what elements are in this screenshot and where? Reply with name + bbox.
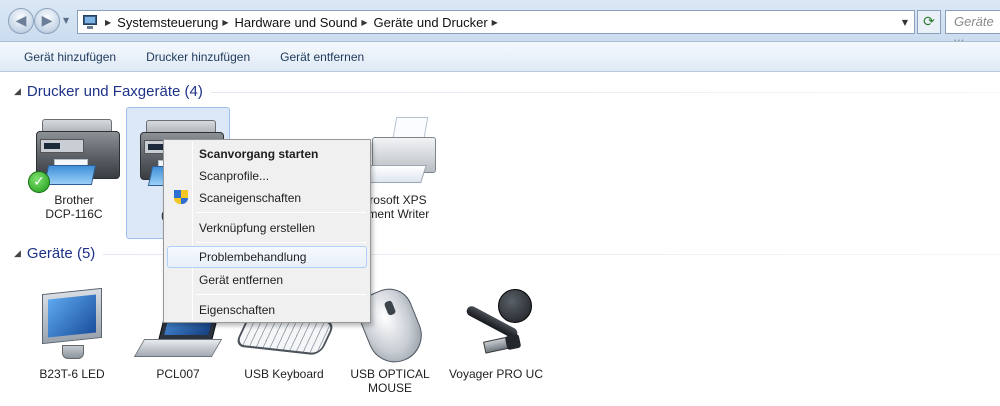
group-divider xyxy=(210,92,1000,93)
breadcrumb-separator-icon[interactable]: ▶ xyxy=(492,18,498,27)
menu-item-start-scan[interactable]: Scanvorgang starten xyxy=(167,143,367,165)
device-headset[interactable]: Voyager PRO UC xyxy=(444,287,548,381)
default-checkmark-icon: ✓ xyxy=(28,171,50,193)
breadcrumb-control-panel[interactable]: Systemsteuerung xyxy=(117,15,218,30)
monitor-icon xyxy=(32,287,112,367)
arrow-right-icon: ▶ xyxy=(41,13,53,29)
menu-item-create-shortcut[interactable]: Verknüpfung erstellen xyxy=(167,217,367,239)
devices-content: ◢ Drucker und Faxgeräte (4) ✓ Brother DC… xyxy=(0,73,1000,406)
menu-separator xyxy=(196,212,366,213)
devices-group-header[interactable]: ◢ Geräte (5) xyxy=(14,245,1000,262)
device-label: USB OPTICAL xyxy=(350,367,430,381)
menu-separator xyxy=(196,294,366,295)
address-dropdown-icon[interactable]: ▼ xyxy=(902,18,908,27)
breadcrumb-hardware-sound[interactable]: Hardware und Sound xyxy=(234,15,357,30)
collapse-triangle-icon[interactable]: ◢ xyxy=(14,87,21,97)
menu-item-scan-profiles[interactable]: Scanprofile... xyxy=(167,165,367,187)
menu-item-properties[interactable]: Eigenschaften xyxy=(167,299,367,321)
recent-pages-dropdown[interactable]: ▼ xyxy=(63,16,69,25)
search-input[interactable]: Geräte ... xyxy=(945,10,1000,44)
device-label: MOUSE xyxy=(367,381,412,395)
menu-item-remove-device[interactable]: Gerät entfernen xyxy=(167,269,367,291)
device-label: PCL007 xyxy=(156,367,200,381)
forward-button[interactable]: ▶ xyxy=(34,8,60,34)
arrow-left-icon: ◀ xyxy=(15,13,27,29)
uac-shield-icon xyxy=(174,190,188,206)
collapse-triangle-icon[interactable]: ◢ xyxy=(14,249,21,259)
context-menu: Scanvorgang starten Scanprofile... Scane… xyxy=(163,139,371,323)
printer-icon xyxy=(364,113,444,193)
address-bar-area: ◀ ▶ ▼ ▶ Systemsteuerung ▶ Hardware und S… xyxy=(0,0,1000,44)
menu-item-scan-properties[interactable]: Scaneigenschaften xyxy=(167,187,367,209)
command-bar: Gerät hinzufügen Drucker hinzufügen Gerä… xyxy=(0,42,1000,72)
refresh-button[interactable]: ⟳ xyxy=(917,10,941,34)
refresh-icon: ⟳ xyxy=(923,14,935,30)
address-bar[interactable]: ▶ Systemsteuerung ▶ Hardware und Sound ▶… xyxy=(77,10,915,34)
printers-group-header[interactable]: ◢ Drucker und Faxgeräte (4) xyxy=(14,83,1000,100)
printers-group-title: Drucker und Faxgeräte (4) xyxy=(26,83,203,100)
back-button[interactable]: ◀ xyxy=(8,8,34,34)
device-monitor[interactable]: B23T-6 LED xyxy=(20,287,124,381)
breadcrumb-devices-printers[interactable]: Geräte und Drucker xyxy=(374,15,488,30)
device-label: Voyager PRO UC xyxy=(448,367,544,381)
remove-device-button[interactable]: Gerät entfernen xyxy=(270,46,374,68)
device-brother-printer[interactable]: ✓ Brother DCP-116C xyxy=(22,113,126,221)
breadcrumb-separator-icon[interactable]: ▶ xyxy=(222,18,228,27)
device-label: USB Keyboard xyxy=(244,367,324,381)
device-label: DCP-116C xyxy=(45,207,103,221)
control-panel-icon xyxy=(81,13,101,31)
device-label: Brother xyxy=(54,193,94,207)
add-printer-button[interactable]: Drucker hinzufügen xyxy=(136,46,260,68)
device-label: B23T-6 LED xyxy=(39,367,105,381)
menu-item-troubleshoot[interactable]: Problembehandlung xyxy=(167,246,367,268)
headset-icon xyxy=(448,287,544,367)
menu-separator xyxy=(196,242,366,243)
breadcrumb-separator-icon[interactable]: ▶ xyxy=(361,18,367,27)
add-device-button[interactable]: Gerät hinzufügen xyxy=(14,46,126,68)
devices-group-title: Geräte (5) xyxy=(26,245,96,262)
breadcrumb-separator-icon[interactable]: ▶ xyxy=(105,18,111,27)
printer-icon: ✓ xyxy=(28,113,120,193)
menu-item-label: Scaneigenschaften xyxy=(199,191,302,205)
